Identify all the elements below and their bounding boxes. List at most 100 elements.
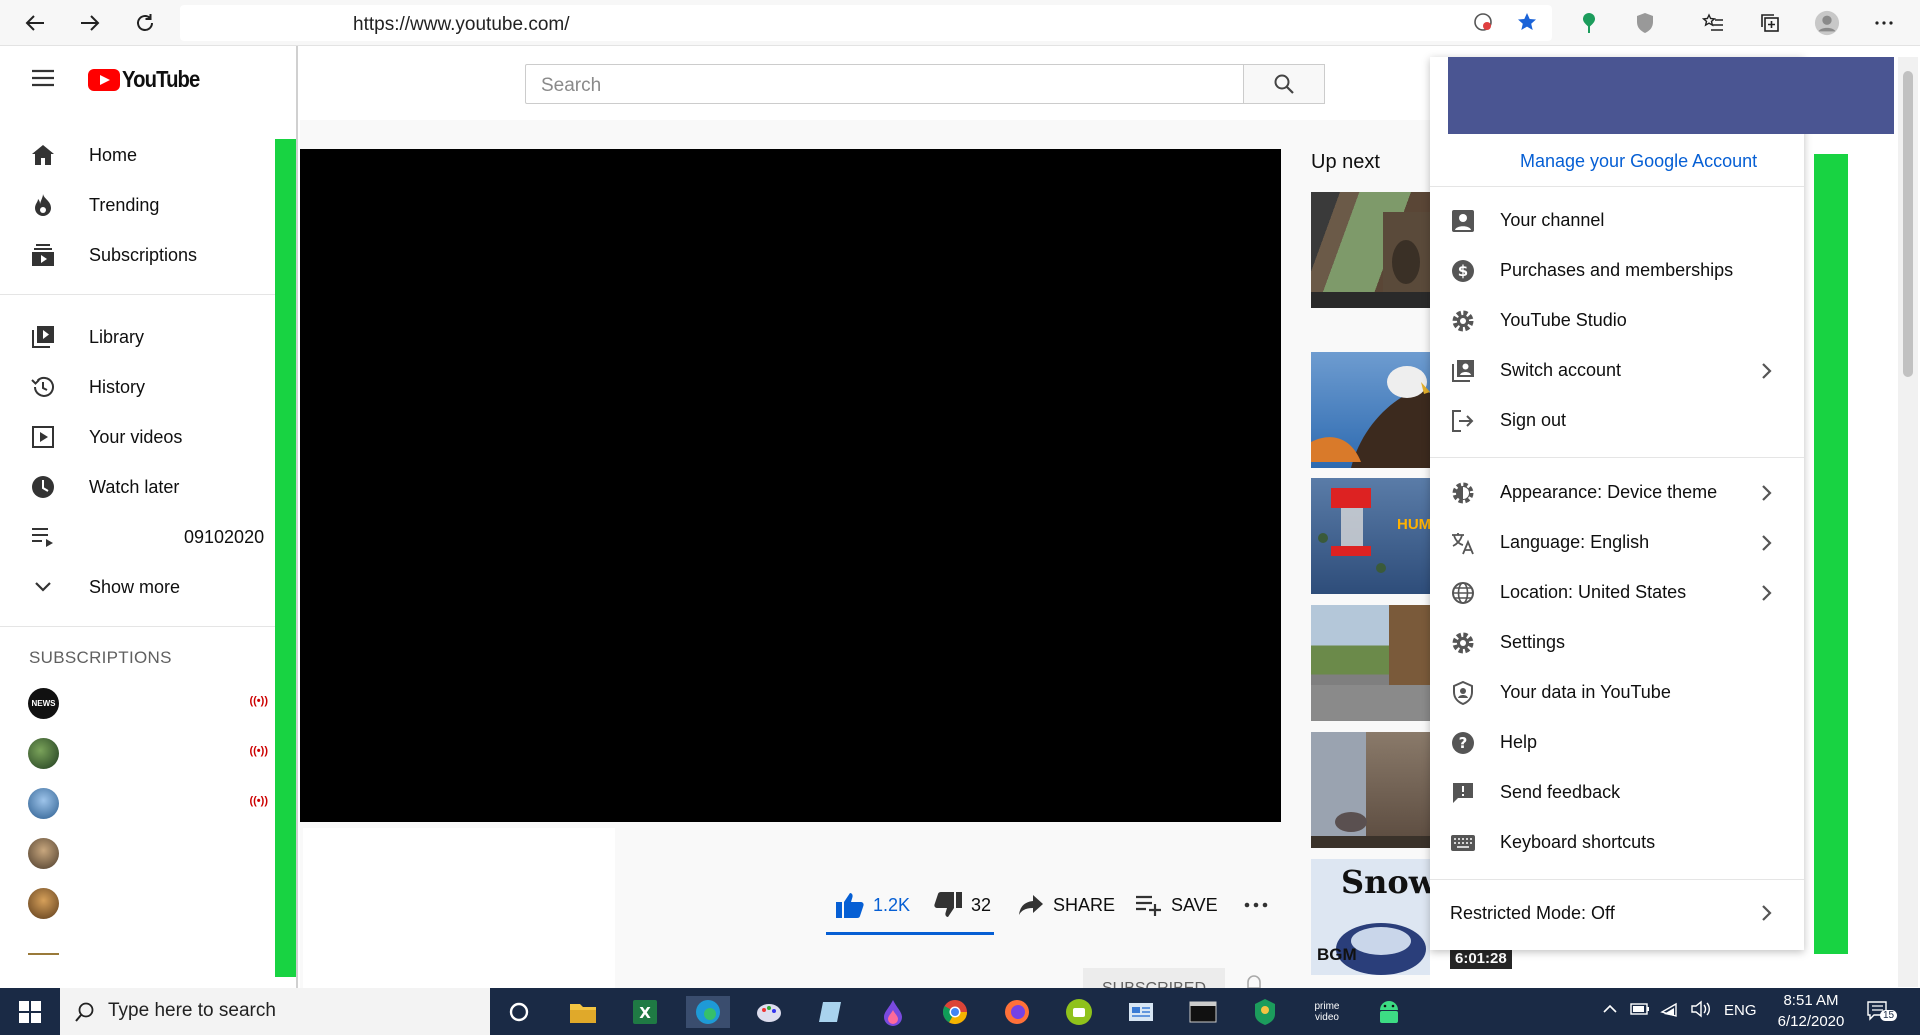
paint-icon[interactable] — [753, 996, 785, 1028]
video-player[interactable] — [300, 149, 1281, 822]
edge-browser-icon[interactable] — [686, 996, 730, 1028]
menu-item-send-feedback[interactable]: Send feedback — [1430, 768, 1804, 818]
manage-google-account-link[interactable]: Manage your Google Account — [1520, 151, 1757, 172]
save-button[interactable]: SAVE — [1135, 885, 1218, 925]
chevron-right-icon — [1760, 531, 1774, 560]
sidebar-item-subscriptions[interactable]: Subscriptions — [0, 230, 275, 280]
windows-start-button[interactable] — [14, 996, 46, 1028]
taskbar-search-placeholder: Type here to search — [108, 1000, 276, 1021]
sidebar-item-library[interactable]: Library — [0, 312, 275, 362]
favorite-star-icon[interactable] — [1514, 9, 1540, 35]
maps-pin-icon[interactable] — [1249, 996, 1281, 1028]
thumbnail-subtext: BGM — [1317, 945, 1357, 964]
menu-item-settings[interactable]: Settings — [1430, 618, 1804, 668]
sidebar-item-label: Watch later — [89, 476, 180, 497]
terminal-icon[interactable] — [1187, 996, 1219, 1028]
subscriptions-heading: SUBSCRIPTIONS — [29, 648, 172, 667]
youtube-logo[interactable]: YouTube — [88, 66, 210, 93]
menu-item-purchases[interactable]: $ Purchases and memberships — [1430, 246, 1804, 296]
more-actions-button[interactable] — [1243, 885, 1269, 925]
extension-shield-icon[interactable] — [1632, 10, 1658, 36]
menu-item-language[interactable]: Language: English — [1430, 518, 1804, 568]
dollar-icon: $ — [1450, 258, 1476, 284]
excel-icon[interactable]: X — [629, 996, 661, 1028]
menu-item-location[interactable]: Location: United States — [1430, 568, 1804, 618]
notification-bell-icon[interactable] — [1244, 975, 1264, 989]
language-indicator[interactable]: ENG — [1724, 1002, 1757, 1019]
collections-icon[interactable] — [1757, 10, 1783, 36]
upnext-thumbnail[interactable]: Snow BGM — [1311, 859, 1430, 975]
playlist-icon — [30, 524, 56, 550]
search-input[interactable]: Search — [525, 64, 1244, 104]
forward-button[interactable] — [77, 10, 103, 36]
cortana-icon[interactable] — [503, 996, 535, 1028]
hamburger-menu-button[interactable] — [30, 68, 56, 93]
color-drop-icon[interactable] — [877, 996, 909, 1028]
menu-item-keyboard-shortcuts[interactable]: Keyboard shortcuts — [1430, 818, 1804, 868]
menu-item-help[interactable]: ? Help — [1430, 718, 1804, 768]
notification-center-button[interactable]: 15 — [1866, 1000, 1898, 1028]
outlook-card-icon[interactable] — [1125, 996, 1157, 1028]
refresh-button[interactable] — [132, 10, 158, 36]
wifi-icon[interactable] — [1660, 1000, 1680, 1022]
search-button[interactable] — [1243, 64, 1325, 104]
chevron-right-icon — [1760, 581, 1774, 610]
android-app-icon[interactable] — [1063, 996, 1095, 1028]
upnext-thumbnail[interactable]: HUM — [1311, 478, 1430, 594]
volume-icon[interactable] — [1690, 1000, 1712, 1022]
address-bar[interactable]: https://www.youtube.com/ — [180, 5, 1552, 41]
subscription-channel[interactable]: ((•)) — [28, 736, 273, 770]
subscription-channel[interactable]: ((•)) — [28, 786, 273, 820]
restricted-mode-item[interactable]: Restricted Mode: Off — [1450, 903, 1615, 924]
menu-item-your-channel[interactable]: Your channel — [1430, 196, 1804, 246]
favorites-list-icon[interactable] — [1700, 10, 1726, 36]
subscription-channel[interactable] — [28, 936, 273, 970]
sidebar-item-home[interactable]: Home — [0, 130, 275, 180]
subscription-channel[interactable] — [28, 886, 273, 920]
subscription-channel[interactable] — [28, 836, 273, 870]
thumbs-up-icon — [836, 893, 864, 918]
firefox-icon[interactable] — [1001, 996, 1033, 1028]
extension-pin-icon[interactable] — [1576, 10, 1602, 36]
sidebar-item-playlist[interactable]: 09102020 — [0, 512, 275, 562]
upnext-thumbnail[interactable] — [1311, 605, 1430, 721]
upnext-thumbnail[interactable] — [1311, 732, 1430, 848]
page-scrollbar[interactable] — [1898, 57, 1918, 987]
scrollbar-thumb[interactable] — [1903, 71, 1913, 377]
notes-app-icon[interactable] — [815, 996, 847, 1028]
gear-icon — [1450, 308, 1476, 334]
sidebar-item-your-videos[interactable]: Your videos — [0, 412, 275, 462]
sidebar-show-more[interactable]: Show more — [0, 562, 275, 612]
menu-item-sign-out[interactable]: Sign out — [1430, 396, 1804, 446]
back-button[interactable] — [22, 10, 48, 36]
sidebar-item-trending[interactable]: Trending — [0, 180, 275, 230]
upnext-thumbnail[interactable] — [1311, 352, 1430, 468]
profile-avatar-icon[interactable] — [1814, 10, 1840, 36]
menu-item-appearance[interactable]: Appearance: Device theme — [1430, 468, 1804, 518]
prime-video-icon[interactable]: prime video — [1311, 996, 1343, 1028]
back-arrow-icon — [25, 15, 44, 31]
avatar — [28, 788, 59, 819]
avatar-text: NEWS — [31, 699, 56, 708]
browser-menu-icon[interactable] — [1871, 10, 1897, 36]
file-explorer-icon[interactable] — [567, 996, 599, 1028]
your-videos-icon — [30, 424, 56, 450]
android-robot-icon[interactable] — [1373, 996, 1405, 1028]
menu-item-switch-account[interactable]: Switch account — [1430, 346, 1804, 396]
tracking-prevention-icon[interactable] — [1470, 9, 1496, 35]
chrome-icon[interactable] — [939, 996, 971, 1028]
menu-item-your-data[interactable]: Your data in YouTube — [1430, 668, 1804, 718]
subscribed-button[interactable]: SUBSCRIBED — [1083, 968, 1225, 988]
dislike-button[interactable]: 32 — [933, 885, 991, 925]
clock-area[interactable]: 8:51 AM 6/12/2020 — [1776, 992, 1846, 1030]
show-hidden-icons-button[interactable] — [1602, 1001, 1618, 1021]
upnext-thumbnail[interactable] — [1311, 192, 1430, 308]
subscription-channel[interactable]: NEWS ((•)) — [28, 686, 273, 720]
sidebar-item-watch-later[interactable]: Watch later — [0, 462, 275, 512]
share-button[interactable]: SHARE — [1017, 885, 1115, 925]
sidebar-item-history[interactable]: History — [0, 362, 275, 412]
menu-item-youtube-studio[interactable]: YouTube Studio — [1430, 296, 1804, 346]
battery-icon[interactable] — [1630, 1002, 1650, 1020]
like-button[interactable]: 1.2K — [835, 885, 910, 925]
taskbar-search-box[interactable]: Type here to search — [60, 988, 490, 1035]
